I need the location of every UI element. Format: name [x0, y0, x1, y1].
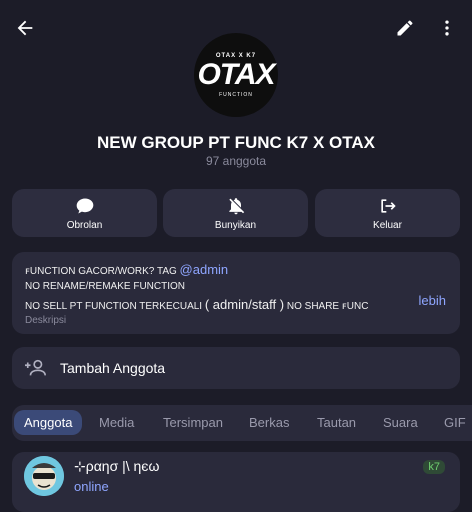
edit-button[interactable]: [389, 12, 421, 44]
tab-links[interactable]: Tautan: [317, 415, 356, 430]
group-title: NEW GROUP PT FUNC K7 X OTAX: [96, 133, 375, 152]
description-card: ꜰUNCTION GACOR/WORK? TAG @admin NO RENAM…: [12, 252, 460, 334]
bell-off-icon: [228, 197, 244, 214]
avatar[interactable]: [24, 456, 64, 496]
media-tabs: Anggota Media Tersimpan Berkas Tautan Su…: [12, 405, 472, 441]
mute-button[interactable]: Bunyikan: [163, 189, 308, 237]
member-name: ⊹ραησ |\ ηєω: [74, 458, 160, 474]
admin-mention-link[interactable]: @admin: [180, 262, 229, 277]
mute-button-label: Bunyikan: [214, 219, 257, 231]
chat-bubble-icon: [76, 198, 93, 213]
description-text-3b: ( admin/staff ): [204, 297, 285, 312]
description-line-2: NO RENAME/REMAKE FUNCTION: [25, 281, 186, 292]
tab-saved[interactable]: Tersimpan: [163, 415, 223, 430]
member-status: online: [74, 479, 109, 494]
read-more-link[interactable]: lebih: [419, 293, 446, 308]
tab-members[interactable]: Anggota: [14, 410, 83, 435]
description-line-3: NO SELL PT FUNCTION TERKECUALI ( admin/s…: [25, 297, 368, 312]
add-member-button[interactable]: Tambah Anggota: [12, 347, 460, 389]
description-text-3c: NO SHARE ꜰUNC: [284, 301, 369, 312]
tab-voice[interactable]: Suara: [383, 415, 418, 430]
description-label: Deskripsi: [25, 315, 67, 326]
member-list-item[interactable]: ⊹ραησ |\ ηєω online k7: [12, 452, 460, 512]
member-tag-badge: k7: [423, 460, 445, 474]
logo-bottom-text: FUNCTION: [219, 91, 253, 98]
leave-button[interactable]: Keluar: [315, 189, 460, 237]
description-line-1: ꜰUNCTION GACOR/WORK? TAG @admin: [25, 262, 228, 277]
chat-button-label: Obrolan: [66, 219, 103, 231]
cartoon-face-icon: [24, 456, 64, 496]
back-button[interactable]: [9, 12, 41, 44]
member-count: 97 anggota: [205, 154, 267, 168]
chat-button[interactable]: Obrolan: [12, 189, 157, 237]
leave-button-label: Keluar: [373, 219, 402, 231]
more-options-button[interactable]: [431, 12, 463, 44]
add-person-icon: [25, 359, 46, 376]
logo-main-text: OTAX: [197, 57, 275, 91]
action-row: Obrolan Bunyikan Keluar: [12, 189, 460, 237]
more-vertical-icon: [445, 20, 449, 36]
tab-files[interactable]: Berkas: [249, 415, 289, 430]
add-member-label: Tambah Anggota: [60, 360, 166, 376]
tab-media[interactable]: Media: [99, 415, 134, 430]
tab-gif[interactable]: GIF: [444, 415, 466, 430]
description-text-3a: NO SELL PT FUNCTION TERKECUALI: [25, 301, 205, 312]
pencil-icon: [397, 20, 413, 36]
group-avatar[interactable]: OTAX X K7 OTAX FUNCTION: [194, 33, 278, 117]
description-text-1: ꜰUNCTION GACOR/WORK? TAG: [25, 266, 180, 277]
arrow-left-icon: [17, 20, 33, 36]
exit-icon: [380, 198, 396, 213]
